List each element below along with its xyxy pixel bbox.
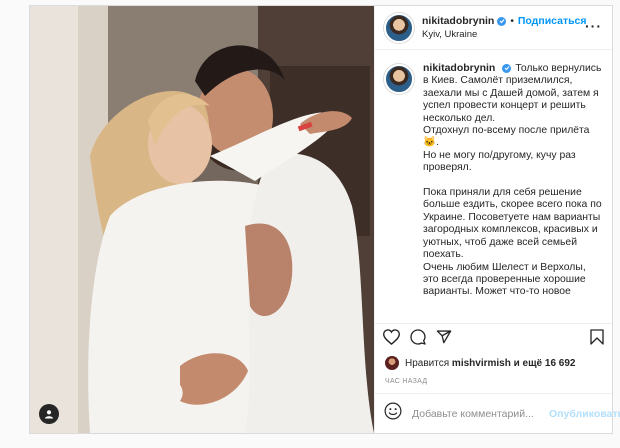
heart-icon[interactable] xyxy=(382,328,401,350)
post-timestamp[interactable]: ЧАС НАЗАД xyxy=(375,372,612,393)
publish-button[interactable]: Опубликовать xyxy=(549,408,620,420)
share-icon[interactable] xyxy=(436,329,452,350)
post-modal: nikitadobrynin • Подписаться Kyiv, Ukrai… xyxy=(29,5,620,434)
post-location[interactable]: Kyiv, Ukraine xyxy=(422,29,587,40)
follow-button[interactable]: Подписаться xyxy=(518,15,587,27)
liker-username[interactable]: mishvirmish xyxy=(452,358,511,369)
comment-icon[interactable] xyxy=(410,328,426,350)
add-comment-bar: Опубликовать xyxy=(375,393,620,433)
author-username[interactable]: nikitadobrynin xyxy=(422,15,494,27)
caption-author-avatar[interactable] xyxy=(384,64,414,94)
post-header: nikitadobrynin • Подписаться Kyiv, Ukrai… xyxy=(375,6,612,50)
caption-text: Только вернулись в Киев. Самолёт приземл… xyxy=(423,63,602,298)
user-tag-icon[interactable] xyxy=(39,404,59,424)
liker-avatar[interactable] xyxy=(385,356,399,370)
likes-count[interactable]: и ещё 16 692 xyxy=(514,358,576,369)
likes-prefix: Нравится xyxy=(405,357,450,369)
more-horizontal-icon[interactable]: ··· xyxy=(585,19,602,33)
separator-dot: • xyxy=(510,15,514,27)
post-image xyxy=(30,6,374,433)
bookmark-icon[interactable] xyxy=(590,328,604,350)
comments-area: nikitadobrynin Только вернулись в Киев. С… xyxy=(375,50,612,324)
caption-username[interactable]: nikitadobrynin xyxy=(423,62,495,74)
verified-badge-icon xyxy=(497,16,507,26)
likes-summary: Нравится mishvirmish и ещё 16 692 xyxy=(375,354,612,372)
comment-input[interactable] xyxy=(410,406,549,421)
post-caption: nikitadobrynin Только вернулись в Киев. С… xyxy=(423,62,603,299)
author-avatar[interactable] xyxy=(384,12,414,43)
emoji-icon[interactable] xyxy=(384,402,402,425)
post-actions xyxy=(375,324,612,354)
caption-verified-badge-icon xyxy=(502,63,512,73)
post-sidebar: nikitadobrynin • Подписаться Kyiv, Ukrai… xyxy=(374,6,620,433)
post-photo[interactable] xyxy=(30,6,374,433)
